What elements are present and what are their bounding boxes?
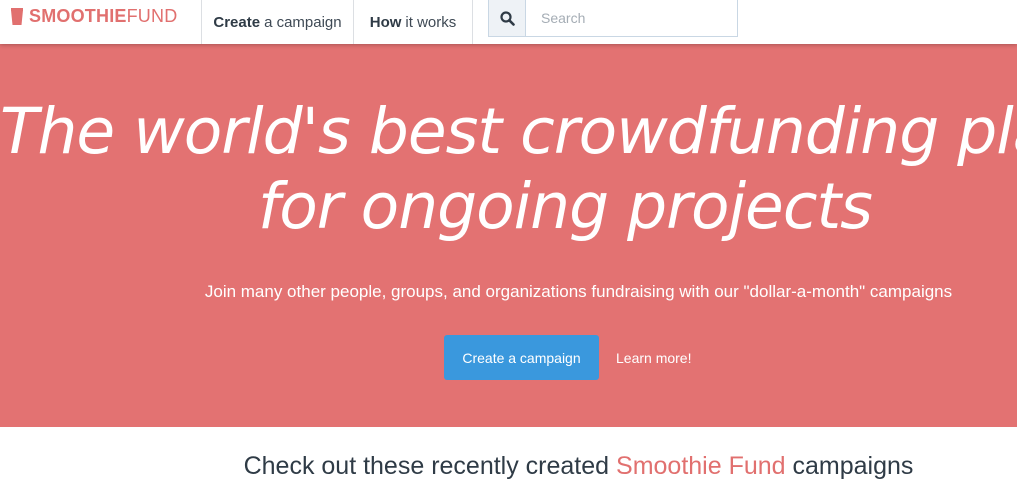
cup-icon xyxy=(11,8,23,25)
hero-subtitle: Join many other people, groups, and orga… xyxy=(204,282,953,301)
heading-accent[interactable]: Smoothie Fund xyxy=(616,452,786,480)
create-campaign-button[interactable]: Create a campaign xyxy=(444,335,599,380)
search-bar xyxy=(488,0,738,37)
brand-logo[interactable]: SMOOTHIE FUND xyxy=(11,0,177,33)
recent-campaigns-heading: Check out these recently created Smoothi… xyxy=(0,452,1017,481)
search-button[interactable] xyxy=(489,0,526,36)
learn-more-link[interactable]: Learn more! xyxy=(616,335,691,380)
nav-create-rest: a campaign xyxy=(264,13,342,31)
navbar: SMOOTHIE FUND Create a campaign How it wo… xyxy=(0,0,1017,44)
brand-name-part1: SMOOTHIE xyxy=(29,6,127,26)
hero-title-line1: The world's best crowdfunding platform xyxy=(0,95,1017,168)
search-input[interactable] xyxy=(526,0,737,36)
nav-how-bold: How xyxy=(369,13,402,31)
nav-create-bold: Create xyxy=(213,13,261,31)
heading-text-after: campaigns xyxy=(792,452,914,480)
nav-how-it-works[interactable]: How it works xyxy=(354,0,473,44)
heading-text-before: Check out these recently created xyxy=(243,452,610,480)
nav-how-rest: it works xyxy=(405,13,457,31)
search-icon xyxy=(499,10,515,26)
hero-banner: The world's best crowdfunding platform f… xyxy=(0,44,1017,427)
nav-create-campaign[interactable]: Create a campaign xyxy=(201,0,354,44)
hero-title-line2: for ongoing projects xyxy=(258,170,873,243)
hero-title: The world's best crowdfunding platform f… xyxy=(0,94,1017,244)
brand-name-part2: FUND xyxy=(126,6,178,26)
